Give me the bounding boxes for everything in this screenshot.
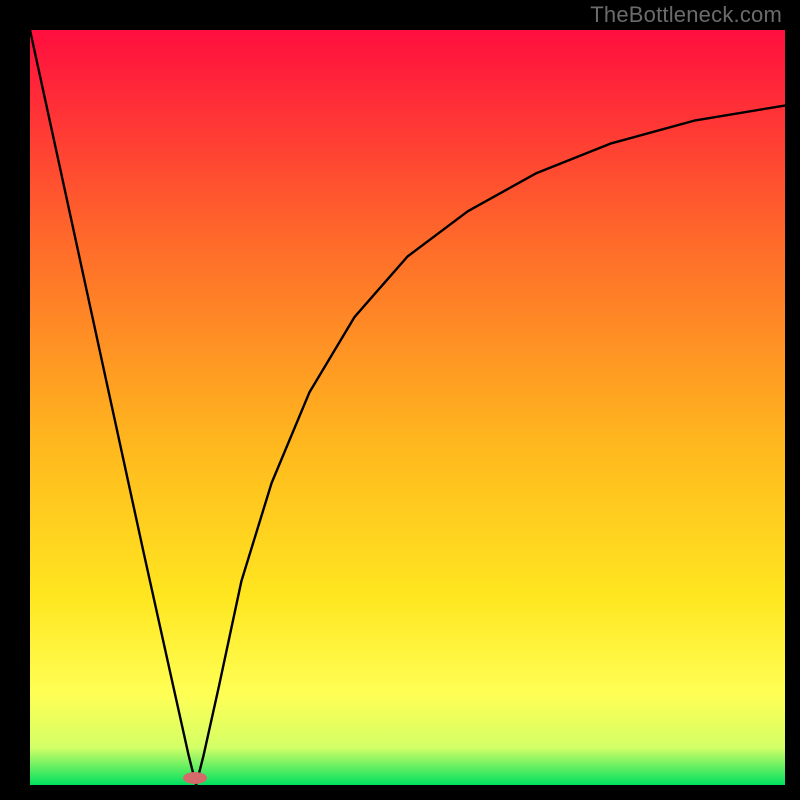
gradient-background [30, 30, 785, 785]
chart-container: TheBottleneck.com [0, 0, 800, 800]
optimal-marker [183, 772, 207, 784]
plot-svg [30, 30, 785, 785]
plot-area [30, 30, 785, 785]
watermark-text: TheBottleneck.com [590, 2, 782, 28]
